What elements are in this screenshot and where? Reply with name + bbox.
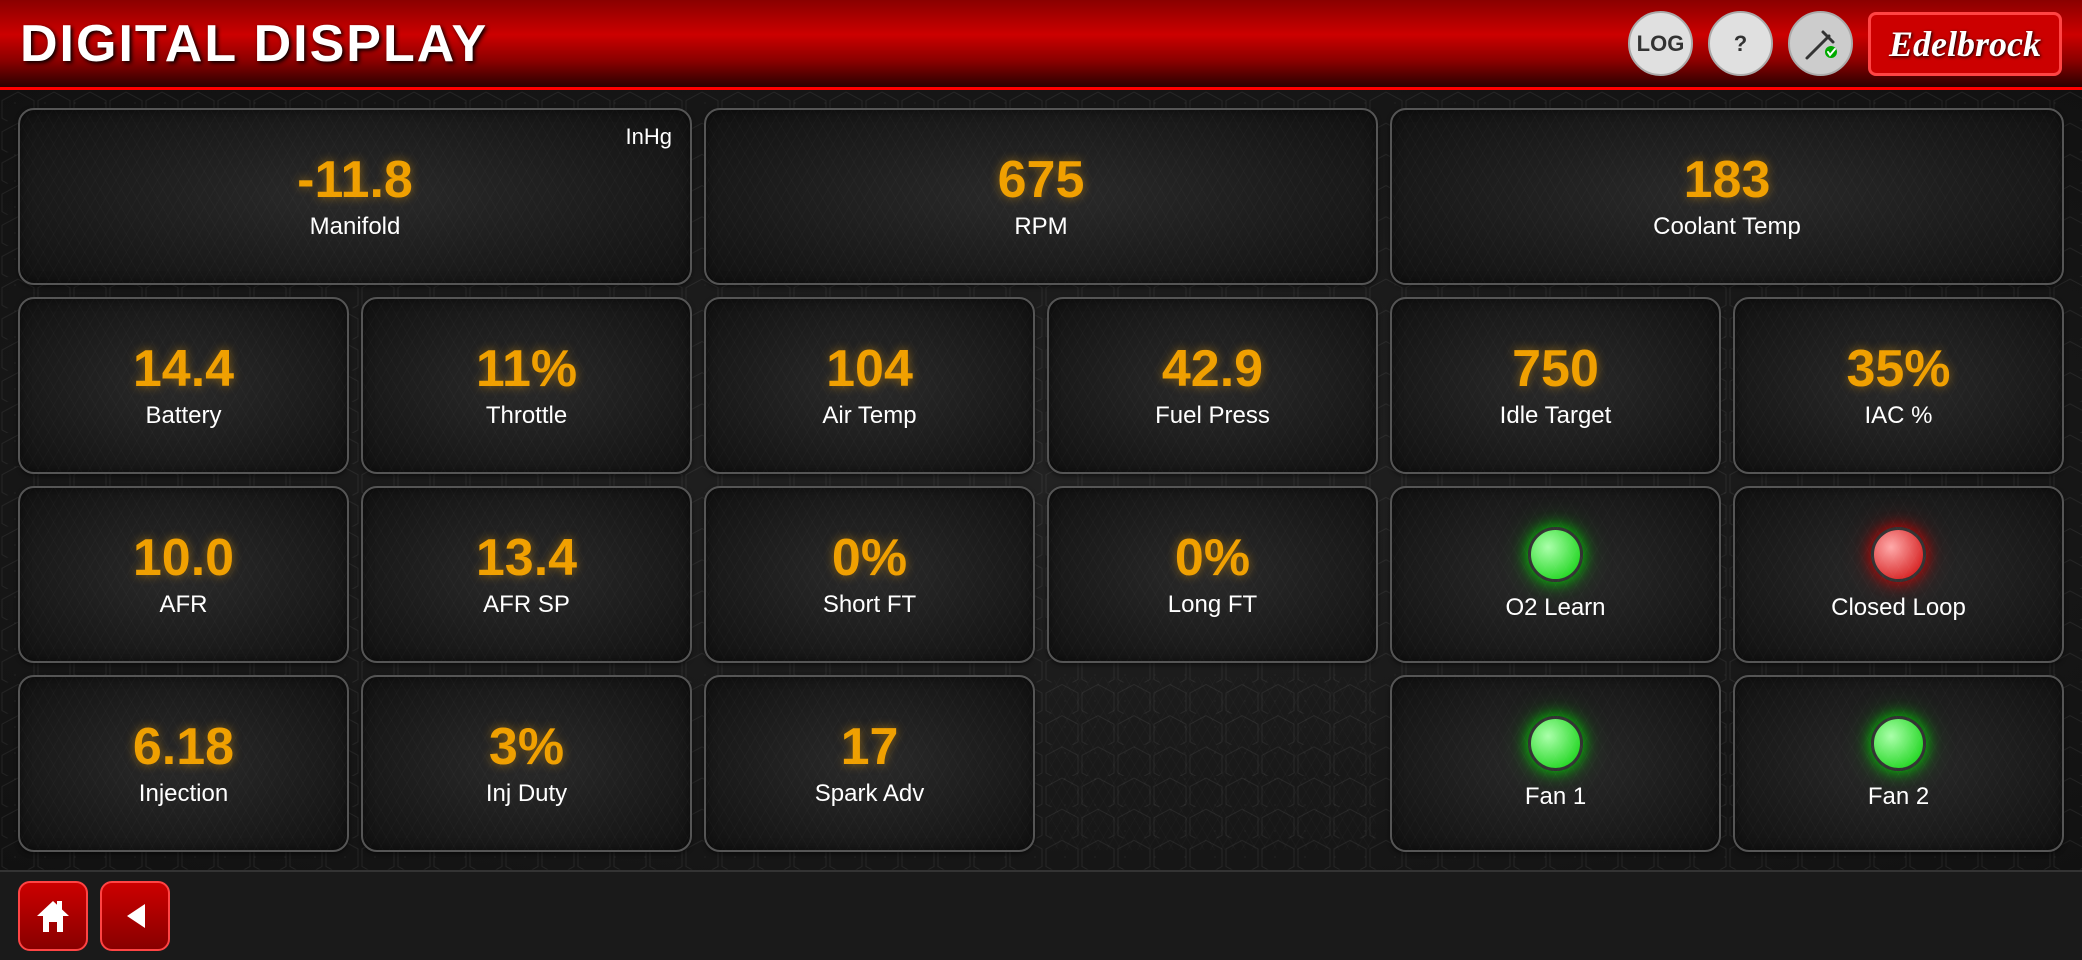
o2-learn-label: O2 Learn	[1505, 594, 1605, 622]
injection-value: 6.18	[133, 719, 234, 776]
injection-cell: 6.18 Injection	[18, 675, 349, 852]
throttle-label: Throttle	[486, 402, 567, 430]
header: DIGITAL DISPLAY LOG ? Edelbrock	[0, 0, 2082, 90]
air-temp-label: Air Temp	[822, 402, 916, 430]
iac-pct-cell: 35% IAC %	[1733, 297, 2064, 474]
battery-cell: 14.4 Battery	[18, 297, 349, 474]
rpm-cell: 675 RPM	[704, 108, 1378, 285]
fan1-label: Fan 1	[1525, 783, 1586, 811]
spark-adv-cell: 17 Spark Adv	[704, 675, 1035, 852]
fuel-press-label: Fuel Press	[1155, 402, 1270, 430]
inj-duty-value: 3%	[489, 719, 564, 776]
fan2-led	[1871, 716, 1926, 771]
settings-icon[interactable]	[1788, 11, 1853, 76]
back-button[interactable]	[100, 881, 170, 951]
manifold-unit: InHg	[626, 124, 672, 150]
fan1-led	[1528, 716, 1583, 771]
fuel-press-value: 42.9	[1162, 341, 1263, 398]
closed-loop-cell: Closed Loop	[1733, 486, 2064, 663]
fuel-press-cell: 42.9 Fuel Press	[1047, 297, 1378, 474]
o2-learn-led	[1528, 527, 1583, 582]
fan2-cell: Fan 2	[1733, 675, 2064, 852]
manifold-label: Manifold	[310, 213, 401, 241]
closed-loop-led	[1871, 527, 1926, 582]
idle-target-value: 750	[1512, 341, 1599, 398]
afr-value: 10.0	[133, 530, 234, 587]
air-temp-value: 104	[826, 341, 913, 398]
short-ft-value: 0%	[832, 530, 907, 587]
coolant-temp-cell: 183 Coolant Temp	[1390, 108, 2064, 285]
afr-sp-value: 13.4	[476, 530, 577, 587]
afr-sp-cell: 13.4 AFR SP	[361, 486, 692, 663]
afr-cell: 10.0 AFR	[18, 486, 349, 663]
short-ft-cell: 0% Short FT	[704, 486, 1035, 663]
main-area: InHg -11.8 Manifold 675 RPM 183 Coolant …	[0, 90, 2082, 870]
battery-label: Battery	[145, 402, 221, 430]
spark-adv-value: 17	[841, 719, 899, 776]
fan1-cell: Fan 1	[1390, 675, 1721, 852]
spark-adv-label: Spark Adv	[815, 780, 924, 808]
manifold-cell: InHg -11.8 Manifold	[18, 108, 692, 285]
iac-pct-value: 35%	[1846, 341, 1950, 398]
header-icons: LOG ? Edelbrock	[1628, 11, 2062, 76]
edelbrock-logo: Edelbrock	[1868, 12, 2062, 76]
short-ft-label: Short FT	[823, 591, 916, 619]
log-button[interactable]: LOG	[1628, 11, 1693, 76]
idle-target-label: Idle Target	[1500, 402, 1612, 430]
inj-duty-cell: 3% Inj Duty	[361, 675, 692, 852]
coolant-temp-value: 183	[1684, 152, 1771, 209]
empty-cell-r4c4	[1047, 675, 1378, 852]
afr-label: AFR	[160, 591, 208, 619]
footer	[0, 870, 2082, 960]
air-temp-cell: 104 Air Temp	[704, 297, 1035, 474]
home-button[interactable]	[18, 881, 88, 951]
closed-loop-label: Closed Loop	[1831, 594, 1966, 622]
idle-target-cell: 750 Idle Target	[1390, 297, 1721, 474]
afr-sp-label: AFR SP	[483, 591, 570, 619]
long-ft-label: Long FT	[1168, 591, 1257, 619]
iac-pct-label: IAC %	[1864, 402, 1932, 430]
o2-learn-cell: O2 Learn	[1390, 486, 1721, 663]
rpm-value: 675	[998, 152, 1085, 209]
long-ft-cell: 0% Long FT	[1047, 486, 1378, 663]
fan2-label: Fan 2	[1868, 783, 1929, 811]
rpm-label: RPM	[1014, 213, 1067, 241]
throttle-cell: 11% Throttle	[361, 297, 692, 474]
inj-duty-label: Inj Duty	[486, 780, 567, 808]
manifold-value: -11.8	[297, 152, 413, 209]
battery-value: 14.4	[133, 341, 234, 398]
throttle-value: 11%	[476, 341, 577, 398]
injection-label: Injection	[139, 780, 228, 808]
long-ft-value: 0%	[1175, 530, 1250, 587]
coolant-temp-label: Coolant Temp	[1653, 213, 1801, 241]
header-title: DIGITAL DISPLAY	[20, 14, 488, 74]
grid-container: InHg -11.8 Manifold 675 RPM 183 Coolant …	[18, 108, 2064, 852]
help-button[interactable]: ?	[1708, 11, 1773, 76]
